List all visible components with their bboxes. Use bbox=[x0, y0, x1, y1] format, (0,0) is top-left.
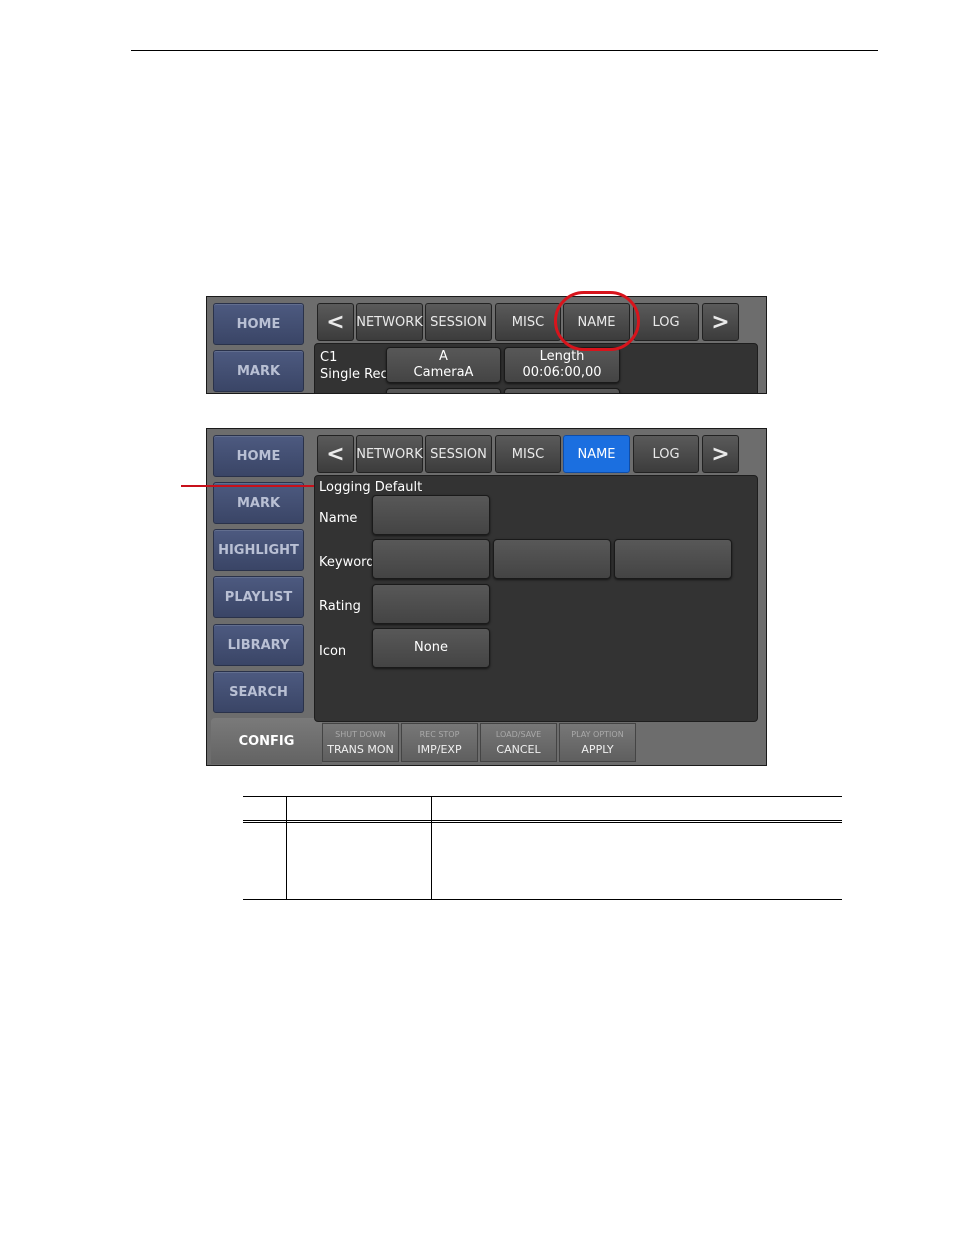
tab-misc[interactable]: MISC bbox=[495, 435, 561, 473]
tab-next-button[interactable]: > bbox=[702, 435, 739, 473]
sidebar-item-config[interactable]: CONFIG bbox=[211, 718, 322, 764]
table-col-divider-1 bbox=[286, 796, 287, 900]
description-table bbox=[243, 796, 842, 900]
camera-button[interactable]: A CameraA bbox=[386, 347, 501, 383]
chevron-left-icon: < bbox=[326, 309, 345, 335]
cancel-secondary-label: LOAD/SAVE bbox=[495, 729, 542, 739]
chevron-left-icon: < bbox=[326, 441, 345, 467]
table-header-rule-2 bbox=[243, 822, 842, 823]
imp-exp-secondary-label: REC STOP bbox=[419, 729, 460, 739]
keyword-field-2[interactable] bbox=[493, 539, 611, 579]
length-button-2[interactable] bbox=[504, 388, 620, 393]
tab-network[interactable]: NETWORK bbox=[356, 303, 423, 341]
rating-field[interactable] bbox=[372, 584, 490, 624]
name-field[interactable] bbox=[372, 495, 490, 535]
chevron-right-icon: > bbox=[711, 441, 730, 467]
table-header-rule bbox=[243, 820, 842, 821]
tab-prev-button[interactable]: < bbox=[317, 435, 354, 473]
trans-mon-secondary-label: SHUT DOWN bbox=[335, 729, 386, 739]
tab-log[interactable]: LOG bbox=[633, 303, 699, 341]
rating-label: Rating bbox=[319, 599, 361, 614]
length-value: 00:06:00,00 bbox=[522, 365, 602, 380]
sidebar-item-library[interactable]: LIBRARY bbox=[213, 624, 304, 666]
cancel-label: CANCEL bbox=[496, 742, 541, 756]
table-bottom-rule bbox=[243, 899, 842, 900]
sidebar-item-search[interactable]: SEARCH bbox=[213, 671, 304, 713]
chevron-right-icon: > bbox=[711, 309, 730, 335]
length-button[interactable]: Length 00:06:00,00 bbox=[504, 347, 620, 383]
imp-exp-button[interactable]: REC STOP IMP/EXP bbox=[401, 723, 478, 762]
session-content: C1 Single Rec A CameraA Length 00:06:00,… bbox=[314, 343, 758, 393]
sidebar-item-mark[interactable]: MARK bbox=[213, 482, 304, 524]
tab-name[interactable]: NAME bbox=[563, 303, 630, 341]
keyword-label: Keyword bbox=[319, 555, 375, 570]
icon-label: Icon bbox=[319, 644, 347, 659]
camera-name: CameraA bbox=[413, 365, 474, 380]
channel-id: C1 bbox=[320, 350, 338, 365]
logging-default-callout-line bbox=[181, 485, 314, 487]
sidebar-item-home[interactable]: HOME bbox=[213, 435, 304, 477]
table-col-divider-2 bbox=[431, 796, 432, 900]
keyword-field-3[interactable] bbox=[614, 539, 732, 579]
trans-mon-label: TRANS MON bbox=[327, 742, 394, 756]
trans-mon-button[interactable]: SHUT DOWN TRANS MON bbox=[322, 723, 399, 762]
icon-field[interactable]: None bbox=[372, 628, 490, 668]
apply-button[interactable]: PLAY OPTION APPLY bbox=[559, 723, 636, 762]
keyword-field-1[interactable] bbox=[372, 539, 490, 579]
tab-misc[interactable]: MISC bbox=[495, 303, 561, 341]
logging-default-content: Logging Default Name Keyword Rating Icon… bbox=[314, 475, 758, 722]
camera-button-2[interactable] bbox=[386, 388, 501, 393]
tab-session[interactable]: SESSION bbox=[425, 303, 492, 341]
config-panel: HOME MARK HIGHLIGHT PLAYLIST LIBRARY SEA… bbox=[206, 428, 767, 766]
imp-exp-label: IMP/EXP bbox=[417, 742, 462, 756]
tab-next-button[interactable]: > bbox=[702, 303, 739, 341]
table-top-rule bbox=[243, 796, 842, 797]
tab-name[interactable]: NAME bbox=[563, 435, 630, 473]
apply-label: APPLY bbox=[581, 742, 614, 756]
sidebar-item-playlist[interactable]: PLAYLIST bbox=[213, 576, 304, 618]
config-panel-preview: HOME MARK < NETWORK SESSION MISC NAME LO… bbox=[206, 296, 767, 394]
length-label: Length bbox=[539, 349, 585, 364]
sidebar-item-mark[interactable]: MARK bbox=[213, 350, 304, 392]
tab-log[interactable]: LOG bbox=[633, 435, 699, 473]
section-title: Logging Default bbox=[319, 480, 423, 495]
sidebar-item-home[interactable]: HOME bbox=[213, 303, 304, 345]
cancel-button[interactable]: LOAD/SAVE CANCEL bbox=[480, 723, 557, 762]
camera-letter: A bbox=[439, 349, 448, 364]
tab-session[interactable]: SESSION bbox=[425, 435, 492, 473]
apply-secondary-label: PLAY OPTION bbox=[571, 729, 624, 739]
name-label: Name bbox=[319, 511, 358, 526]
page-header-rule bbox=[131, 50, 878, 51]
icon-field-value: None bbox=[414, 640, 448, 655]
tab-network[interactable]: NETWORK bbox=[356, 435, 423, 473]
tab-prev-button[interactable]: < bbox=[317, 303, 354, 341]
channel-mode: Single Rec bbox=[320, 367, 388, 382]
sidebar-item-highlight[interactable]: HIGHLIGHT bbox=[213, 529, 304, 571]
